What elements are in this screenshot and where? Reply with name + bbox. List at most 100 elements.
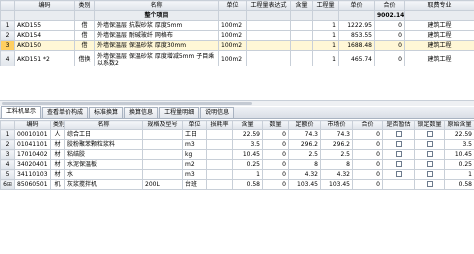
cell-amount[interactable]: 9002.14 [374, 10, 405, 21]
cell-price[interactable] [338, 10, 375, 21]
cell-type[interactable]: 机 [50, 179, 65, 190]
cell-name[interactable]: 综合工日 [64, 129, 143, 140]
cell-code[interactable]: AKD154 [14, 30, 75, 41]
col-header-quantity[interactable]: 工程量 [312, 0, 339, 11]
cell-market-price[interactable]: 8 [320, 159, 353, 170]
cell-original-content[interactable]: 1 [444, 169, 474, 180]
cell-original-content[interactable]: 3.5 [444, 139, 474, 150]
col-header-name[interactable]: 名称 [94, 0, 219, 11]
col-header-content[interactable]: 含量 [290, 0, 313, 11]
cell-type[interactable]: 材 [50, 139, 65, 150]
col-header-code[interactable]: 编码 [14, 0, 75, 11]
lock-checkbox[interactable] [426, 161, 433, 167]
cell-market-price[interactable]: 2.5 [320, 149, 353, 160]
items-grid-empty-area[interactable] [0, 66, 474, 102]
tab-quantity-details[interactable]: 工程量明细 [159, 107, 200, 118]
cell-quantity[interactable] [312, 10, 339, 21]
lock-checkbox[interactable] [426, 131, 433, 137]
cell-quota-price[interactable]: 8 [288, 159, 321, 170]
row-number[interactable]: 6⊞ [0, 179, 15, 190]
cell-quota-price[interactable]: 74.3 [288, 129, 321, 140]
cell-original-content[interactable]: 0.25 [444, 159, 474, 170]
row-number[interactable]: 2 [0, 30, 15, 41]
table-row[interactable]: 6⊞ 85060501 机 灰浆搅拌机 200L 台班 0.58 0 103.4… [0, 179, 474, 190]
col-header-name[interactable]: 名称 [64, 120, 143, 130]
col-header-unit[interactable]: 单位 [182, 120, 207, 130]
cell-type[interactable] [74, 10, 95, 21]
row-number[interactable]: 5 [0, 169, 15, 180]
cell-name[interactable]: 整个项目 [94, 10, 219, 21]
cell-code[interactable]: AKD150 [14, 40, 75, 51]
cell-name[interactable]: 胶粉聚苯颗粒浆料 [64, 139, 143, 150]
cell-unit[interactable]: m2 [182, 159, 207, 170]
cell-type[interactable]: 材 [50, 169, 65, 180]
tab-description-info[interactable]: 说明信息 [200, 107, 235, 118]
lock-checkbox[interactable] [426, 181, 433, 187]
cell-quantity[interactable]: 1 [312, 20, 339, 31]
cell-amount[interactable]: 0 [352, 179, 383, 190]
cell-type[interactable]: 借 [74, 40, 95, 51]
cell-name[interactable]: 外墙保温层 抗裂砂浆 厚度5mm [94, 20, 219, 31]
cell-expression[interactable] [246, 20, 291, 31]
cell-quota-price[interactable]: 103.45 [288, 179, 321, 190]
cell-market-price[interactable]: 103.45 [320, 179, 353, 190]
cell-lock-quantity[interactable] [414, 159, 445, 170]
table-row[interactable]: 2 01041101 材 胶粉聚苯颗粒浆料 m3 3.5 0 296.2 296… [0, 139, 474, 150]
cell-unit[interactable]: 100m2 [218, 30, 247, 41]
cell-spec[interactable] [142, 159, 183, 170]
cell-content[interactable]: 22.59 [232, 129, 263, 140]
col-header-unit[interactable]: 单位 [218, 0, 247, 11]
cell-code[interactable]: 34110103 [14, 169, 51, 180]
cell-is-estimate[interactable] [382, 129, 415, 140]
estimate-checkbox[interactable] [395, 131, 402, 137]
tab-standard-conversion[interactable]: 标准换算 [89, 107, 124, 118]
estimate-checkbox[interactable] [395, 151, 402, 157]
cell-amount[interactable]: 0 [352, 149, 383, 160]
tab-labor-material-machine[interactable]: 工料机显示 [1, 106, 42, 118]
cell-amount[interactable]: 0 [352, 139, 383, 150]
table-row[interactable]: 5 34110103 材 水 m3 1 0 4.32 4.32 0 1 [0, 169, 474, 180]
estimate-checkbox[interactable] [395, 161, 402, 167]
col-header-type[interactable]: 类别 [50, 120, 65, 130]
cell-code[interactable]: 00010101 [14, 129, 51, 140]
row-number[interactable]: 3 [0, 149, 15, 160]
cell-type[interactable]: 材 [50, 159, 65, 170]
lock-checkbox[interactable] [426, 171, 433, 177]
cell-spec[interactable] [142, 139, 183, 150]
table-row[interactable]: 1 00010101 人 综合工日 工日 22.59 0 74.3 74.3 0… [0, 129, 474, 140]
cell-amount[interactable]: 0 [374, 20, 405, 31]
cell-unit[interactable]: m3 [182, 139, 207, 150]
resources-grid[interactable]: 编码 类别 名称 规格及型号 单位 损耗率 含量 数量 定额价 市场价 合价 是… [0, 120, 474, 190]
cell-loss-rate[interactable] [206, 159, 233, 170]
cell-quantity[interactable]: 0 [262, 179, 289, 190]
cell-quantity[interactable]: 0 [262, 129, 289, 140]
cell-amount[interactable]: 0 [352, 129, 383, 140]
cell-unit[interactable] [218, 10, 247, 21]
cell-amount[interactable]: 0 [374, 40, 405, 51]
cell-loss-rate[interactable] [206, 129, 233, 140]
table-row[interactable]: 3 17010402 材 粘结胶 kg 10.45 0 2.5 2.5 0 10… [0, 149, 474, 160]
cell-content[interactable] [290, 40, 313, 51]
cell-code[interactable]: 01041101 [14, 139, 51, 150]
cell-content[interactable] [290, 30, 313, 41]
cell-name[interactable]: 外墙保温层 耐碱玻纤 网格布 [94, 30, 219, 41]
lock-checkbox[interactable] [426, 151, 433, 157]
cell-spec[interactable]: 200L [142, 179, 183, 190]
cell-specialty[interactable]: 建筑工程 [404, 40, 474, 51]
cell-is-estimate[interactable] [382, 139, 415, 150]
cell-code[interactable]: 34020401 [14, 159, 51, 170]
cell-content[interactable]: 10.45 [232, 149, 263, 160]
cell-quantity[interactable]: 0 [262, 169, 289, 180]
items-grid[interactable]: 编码 类别 名称 单位 工程量表达式 含量 工程量 单价 合价 取费专业 整个项… [0, 0, 474, 69]
cell-market-price[interactable]: 4.32 [320, 169, 353, 180]
cell-code[interactable]: 17010402 [14, 149, 51, 160]
col-header-quantity[interactable]: 数量 [262, 120, 289, 130]
row-number[interactable]: 1 [0, 129, 15, 140]
cell-price[interactable]: 1688.48 [338, 40, 375, 51]
cell-quota-price[interactable]: 2.5 [288, 149, 321, 160]
col-header-loss-rate[interactable]: 损耗率 [206, 120, 233, 130]
col-header-specialty[interactable]: 取费专业 [404, 0, 474, 11]
col-header-amount[interactable]: 合价 [352, 120, 383, 130]
table-row[interactable]: 4 34020401 材 水泥保温板 m2 0.25 0 8 8 0 0.25 [0, 159, 474, 170]
cell-market-price[interactable]: 296.2 [320, 139, 353, 150]
